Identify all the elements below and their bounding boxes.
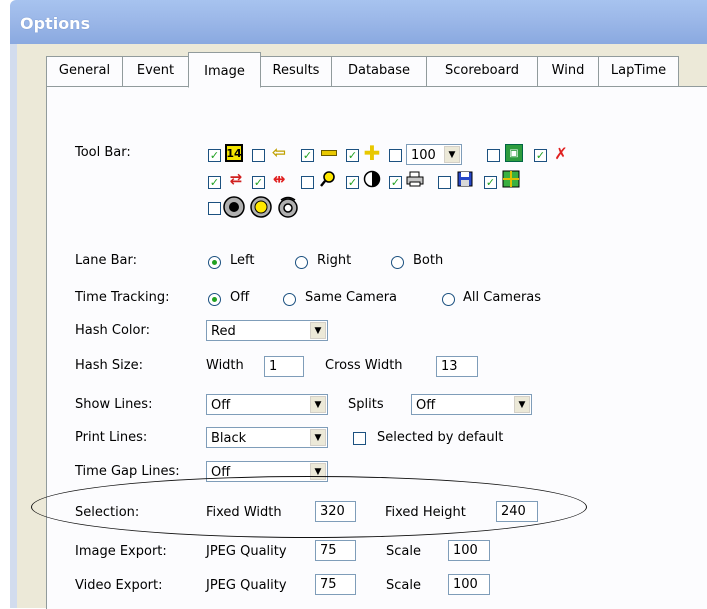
- toolbar-checkbox-11[interactable]: ✓: [346, 176, 359, 189]
- hash-color-select[interactable]: Red ▼: [206, 320, 328, 341]
- title-bar[interactable]: [10, 0, 707, 44]
- chevron-down-icon[interactable]: ▼: [444, 146, 460, 163]
- camera-lens-icon[interactable]: [223, 196, 245, 218]
- window-title: Options: [20, 14, 91, 33]
- image-jpeg-quality-label: JPEG Quality: [206, 544, 287, 559]
- toolbar-checkbox-2[interactable]: [252, 149, 265, 162]
- tab-event[interactable]: Event: [122, 56, 189, 86]
- lane-bar-both-radio[interactable]: [391, 256, 404, 269]
- hash-size-label: Hash Size:: [75, 358, 143, 373]
- lane-bar-both-label[interactable]: Both: [413, 253, 443, 268]
- tab-database[interactable]: Database: [331, 56, 427, 86]
- time-tracking-all-cameras-label[interactable]: All Cameras: [463, 290, 541, 305]
- toolbar-checkbox-13[interactable]: [438, 176, 451, 189]
- tab-wind[interactable]: Wind: [537, 56, 599, 86]
- contrast-icon[interactable]: [363, 170, 381, 188]
- image-jpeg-quality-field[interactable]: 75: [315, 540, 356, 561]
- cross-width-label: Cross Width: [325, 358, 403, 373]
- hash-width-label: Width: [206, 358, 244, 373]
- camera-lens-icon[interactable]: [250, 196, 272, 218]
- plus-icon[interactable]: ✚: [363, 141, 381, 165]
- video-jpeg-quality-label: JPEG Quality: [206, 578, 287, 593]
- toolbar-checkbox-8[interactable]: ✓: [208, 176, 221, 189]
- text-align-icon[interactable]: ⇄: [227, 170, 245, 188]
- toolbar-checkbox-12[interactable]: ✓: [389, 176, 402, 189]
- lane-bar-right-label[interactable]: Right: [317, 253, 351, 268]
- print-lines-value: Black: [211, 431, 247, 446]
- left-arrow-icon[interactable]: ⇦: [270, 143, 288, 163]
- time-tracking-same-camera-label[interactable]: Same Camera: [305, 290, 397, 305]
- save-icon[interactable]: [456, 170, 474, 188]
- zoom-value: 100: [411, 148, 436, 163]
- time-tracking-same-camera-radio[interactable]: [283, 293, 296, 306]
- toolbar-checkbox-6[interactable]: [487, 149, 500, 162]
- splits-select[interactable]: Off ▼: [411, 394, 532, 415]
- splits-label: Splits: [348, 397, 384, 412]
- magnifier-icon[interactable]: [319, 170, 337, 188]
- printer-icon[interactable]: [406, 170, 424, 188]
- chevron-down-icon[interactable]: ▼: [310, 322, 326, 339]
- tab-image[interactable]: Image: [188, 52, 261, 88]
- minus-icon[interactable]: [320, 144, 338, 162]
- no-lanes-icon[interactable]: ✗: [552, 144, 570, 163]
- toolbar-label: Tool Bar:: [75, 145, 131, 160]
- lane-bar-right-radio[interactable]: [295, 256, 308, 269]
- tab-results[interactable]: Results: [260, 56, 332, 86]
- toolbar-checkbox-9[interactable]: ✓: [252, 176, 265, 189]
- print-lines-select[interactable]: Black ▼: [206, 427, 328, 448]
- lane-bar-left-radio[interactable]: [208, 256, 221, 269]
- show-lines-value: Off: [211, 398, 231, 413]
- webcam-icon[interactable]: [277, 196, 299, 218]
- time-tracking-off-radio[interactable]: [208, 293, 221, 306]
- chevron-down-icon[interactable]: ▼: [310, 396, 326, 413]
- image-scale-label: Scale: [386, 544, 421, 559]
- toolbar-checkbox-10[interactable]: [301, 176, 314, 189]
- toolbar-checkbox-3[interactable]: ✓: [301, 149, 314, 162]
- show-lines-select[interactable]: Off ▼: [206, 394, 328, 415]
- hash-color-value: Red: [211, 324, 236, 339]
- splits-value: Off: [416, 398, 436, 413]
- toolbar-checkbox-7[interactable]: ✓: [534, 149, 547, 162]
- print-lines-label: Print Lines:: [75, 430, 148, 445]
- video-scale-field[interactable]: 100: [448, 574, 490, 595]
- toolbar-checkbox-5[interactable]: [389, 149, 402, 162]
- number-14-icon[interactable]: 14: [225, 144, 243, 162]
- grid-icon[interactable]: [502, 170, 520, 188]
- time-tracking-label: Time Tracking:: [75, 290, 170, 305]
- video-scale-label: Scale: [386, 578, 421, 593]
- image-export-label: Image Export:: [75, 544, 167, 559]
- time-gap-lines-label: Time Gap Lines:: [75, 464, 180, 479]
- lane-bar-left-label[interactable]: Left: [230, 253, 254, 268]
- chevron-down-icon[interactable]: ▼: [310, 429, 326, 446]
- tab-laptime[interactable]: LapTime: [598, 56, 679, 86]
- video-jpeg-quality-field[interactable]: 75: [315, 574, 356, 595]
- zoom-select[interactable]: 100 ▼: [406, 144, 462, 165]
- highlight-ellipse: [31, 476, 587, 538]
- hash-color-label: Hash Color:: [75, 323, 150, 338]
- toolbar-checkbox-14[interactable]: ✓: [484, 176, 497, 189]
- chevron-down-icon[interactable]: ▼: [514, 396, 530, 413]
- finish-lines-icon[interactable]: ⇹: [270, 170, 288, 188]
- selected-by-default-checkbox[interactable]: [353, 432, 366, 445]
- hash-width-field[interactable]: 1: [264, 356, 304, 377]
- show-lines-label: Show Lines:: [75, 397, 153, 412]
- toolbar-checkbox-4[interactable]: ✓: [346, 149, 359, 162]
- video-export-label: Video Export:: [75, 578, 163, 593]
- split-screen-icon[interactable]: ▣: [505, 144, 523, 162]
- time-tracking-all-cameras-radio[interactable]: [442, 293, 455, 306]
- lane-bar-label: Lane Bar:: [75, 253, 137, 268]
- tab-general[interactable]: General: [46, 56, 123, 86]
- selected-by-default-label[interactable]: Selected by default: [377, 430, 503, 445]
- time-tracking-off-label[interactable]: Off: [230, 290, 249, 305]
- toolbar-checkbox-1[interactable]: ✓: [208, 149, 221, 162]
- image-scale-field[interactable]: 100: [448, 540, 490, 561]
- toolbar-checkbox-15[interactable]: [208, 202, 221, 215]
- cross-width-field[interactable]: 13: [436, 356, 478, 377]
- tab-scoreboard[interactable]: Scoreboard: [426, 56, 538, 86]
